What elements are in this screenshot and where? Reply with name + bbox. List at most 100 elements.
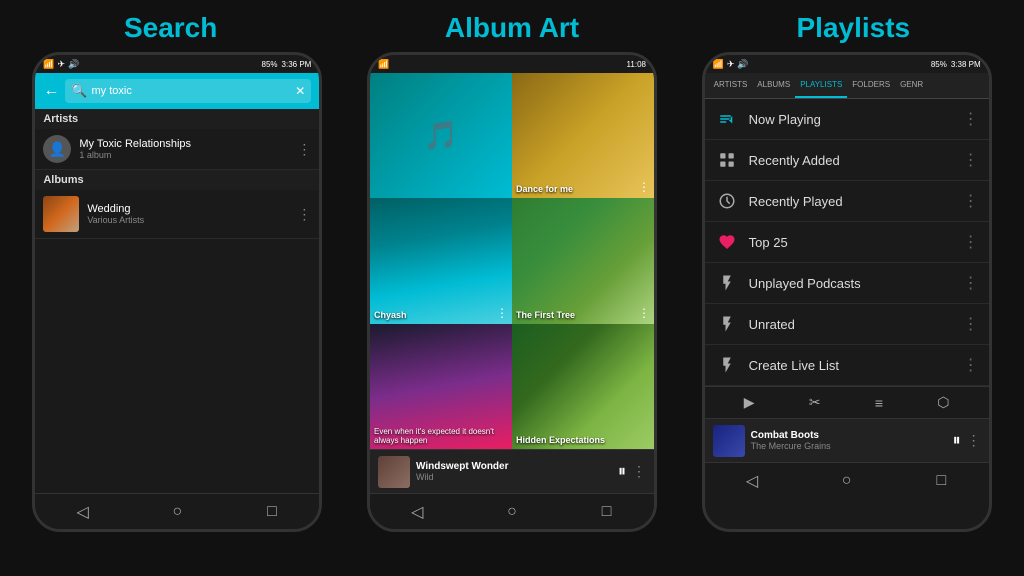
album-cell-5[interactable]: Even when it's expected it doesn't alway… (370, 324, 512, 449)
create-live-more[interactable]: ⋮ (963, 355, 979, 375)
album-art-phone: 📶 11:08 🎵 Dance for me ⋮ (367, 52, 657, 532)
album-title: Wedding (87, 203, 289, 215)
pl-np-title: Combat Boots (751, 430, 947, 441)
more-button[interactable]: ⋮ (632, 463, 646, 480)
top25-more[interactable]: ⋮ (963, 232, 979, 252)
artist-avatar: 👤 (43, 135, 71, 163)
album-list-item[interactable]: Wedding Various Artists ⋮ (35, 190, 319, 239)
playlist-recently-added[interactable]: Recently Added ⋮ (705, 140, 989, 181)
tab-folders[interactable]: FOLDERS (847, 73, 895, 98)
unplayed-podcasts-icon (715, 271, 739, 295)
page-wrapper: Search Album Art Playlists 📶 ✈ 🔊 85% 3:3… (0, 0, 1024, 576)
album-grid: 🎵 Dance for me ⋮ Chyash ⋮ (370, 73, 654, 449)
album-status-bar: 📶 11:08 (370, 55, 654, 73)
queue-icon[interactable]: ≡ (875, 395, 883, 411)
wifi-icon: 📶 (43, 59, 54, 70)
albums-header: Albums (35, 170, 319, 190)
album-home-nav[interactable]: ○ (492, 503, 532, 521)
recently-added-more[interactable]: ⋮ (963, 150, 979, 170)
album-cell-1[interactable]: 🎵 (370, 73, 512, 198)
unplayed-podcasts-label: Unplayed Podcasts (749, 276, 953, 291)
pl-recents-nav[interactable]: □ (921, 472, 961, 490)
album-thumbnail (43, 196, 79, 232)
playlist-now-playing[interactable]: Now Playing ⋮ (705, 99, 989, 140)
search-input-box[interactable]: 🔍 my toxic ✕ (65, 79, 311, 103)
album-more-3[interactable]: ⋮ (496, 306, 508, 320)
album-info: Wedding Various Artists (87, 203, 289, 225)
shuffle-icon[interactable]: ✂ (809, 394, 821, 411)
airplane-icon: ✈ (58, 59, 66, 70)
recently-played-icon (715, 189, 739, 213)
search-status-bar: 📶 ✈ 🔊 85% 3:36 PM (35, 55, 319, 73)
pl-back-nav[interactable]: ◁ (732, 471, 772, 491)
album-status-right: 11:08 (627, 60, 646, 69)
recently-played-more[interactable]: ⋮ (963, 191, 979, 211)
album-label-5: Even when it's expected it doesn't alway… (374, 427, 508, 445)
cast-icon[interactable]: ⬡ (937, 394, 949, 411)
playlists-bottom-nav: ◁ ○ □ (705, 462, 989, 498)
now-playing-label: Now Playing (749, 112, 953, 127)
tab-artists[interactable]: ARTISTS (709, 73, 753, 98)
search-query-text: my toxic (92, 85, 132, 97)
album-art-title: Album Art (341, 12, 682, 44)
now-playing-more[interactable]: ⋮ (963, 109, 979, 129)
album-label-3: Chyash (374, 310, 407, 320)
playlist-unplayed-podcasts[interactable]: Unplayed Podcasts ⋮ (705, 263, 989, 304)
back-nav-button[interactable]: ◁ (63, 502, 103, 522)
np-artist: Wild (416, 472, 612, 482)
artist-info: My Toxic Relationships 1 album (79, 138, 289, 160)
now-playing-icon (715, 107, 739, 131)
search-bar: ← 🔍 my toxic ✕ (35, 73, 319, 109)
album-recents-nav[interactable]: □ (587, 503, 627, 521)
album-cell-4[interactable]: The First Tree ⋮ (512, 198, 654, 323)
unrated-label: Unrated (749, 317, 953, 332)
album-more-2[interactable]: ⋮ (638, 180, 650, 194)
recents-nav-button[interactable]: □ (252, 503, 292, 521)
tab-playlists[interactable]: PLAYLISTS (795, 73, 847, 98)
pl-home-nav[interactable]: ○ (827, 472, 867, 490)
tab-genres[interactable]: GENR (895, 73, 928, 98)
status-left-icons: 📶 ✈ 🔊 (43, 59, 79, 70)
np-thumbnail (378, 456, 410, 488)
clear-search-button[interactable]: ✕ (295, 84, 305, 98)
playlists-now-playing-bar: Combat Boots The Mercure Grains ⏸ ⋮ (705, 418, 989, 462)
pause-button[interactable]: ⏸ (618, 463, 626, 481)
play-transport-button[interactable]: ▶ (744, 394, 755, 411)
pl-more-button[interactable]: ⋮ (967, 432, 981, 449)
album-status-left: 📶 (378, 59, 389, 70)
artist-more-button[interactable]: ⋮ (297, 141, 311, 158)
time-text: 3:36 PM (282, 60, 312, 69)
top25-label: Top 25 (749, 235, 953, 250)
album-more-button[interactable]: ⋮ (297, 206, 311, 223)
playlist-create-live[interactable]: Create Live List ⋮ (705, 345, 989, 386)
album-more-4[interactable]: ⋮ (638, 306, 650, 320)
tab-albums[interactable]: ALBUMS (752, 73, 795, 98)
pl-pause-button[interactable]: ⏸ (953, 432, 961, 450)
home-nav-button[interactable]: ○ (157, 503, 197, 521)
search-title: Search (0, 12, 341, 44)
playlist-unrated[interactable]: Unrated ⋮ (705, 304, 989, 345)
playlist-top25[interactable]: Top 25 ⋮ (705, 222, 989, 263)
pl-np-info: Combat Boots The Mercure Grains (751, 430, 947, 451)
unrated-more[interactable]: ⋮ (963, 314, 979, 334)
playlists-status-bar: 📶 ✈ 🔊 85% 3:38 PM (705, 55, 989, 73)
pl-time-text: 3:38 PM (951, 60, 981, 69)
pl-np-artist: The Mercure Grains (751, 441, 947, 451)
album-cell-2[interactable]: Dance for me ⋮ (512, 73, 654, 198)
unplayed-podcasts-more[interactable]: ⋮ (963, 273, 979, 293)
playlist-recently-played[interactable]: Recently Played ⋮ (705, 181, 989, 222)
create-live-label: Create Live List (749, 358, 953, 373)
album-cell-6[interactable]: Hidden Expectations (512, 324, 654, 449)
pl-wifi-icon: 📶 (713, 59, 724, 70)
album-back-nav[interactable]: ◁ (397, 502, 437, 522)
artists-header: Artists (35, 109, 319, 129)
back-button[interactable]: ← (43, 82, 59, 100)
np-info: Windswept Wonder Wild (416, 461, 612, 482)
search-icon: 🔍 (71, 83, 87, 99)
unrated-icon (715, 312, 739, 336)
status-right: 85% 3:36 PM (262, 60, 312, 69)
search-phone: 📶 ✈ 🔊 85% 3:36 PM ← 🔍 my toxic ✕ (32, 52, 322, 532)
playlists-status-right: 85% 3:38 PM (931, 60, 981, 69)
album-cell-3[interactable]: Chyash ⋮ (370, 198, 512, 323)
artist-list-item[interactable]: 👤 My Toxic Relationships 1 album ⋮ (35, 129, 319, 170)
